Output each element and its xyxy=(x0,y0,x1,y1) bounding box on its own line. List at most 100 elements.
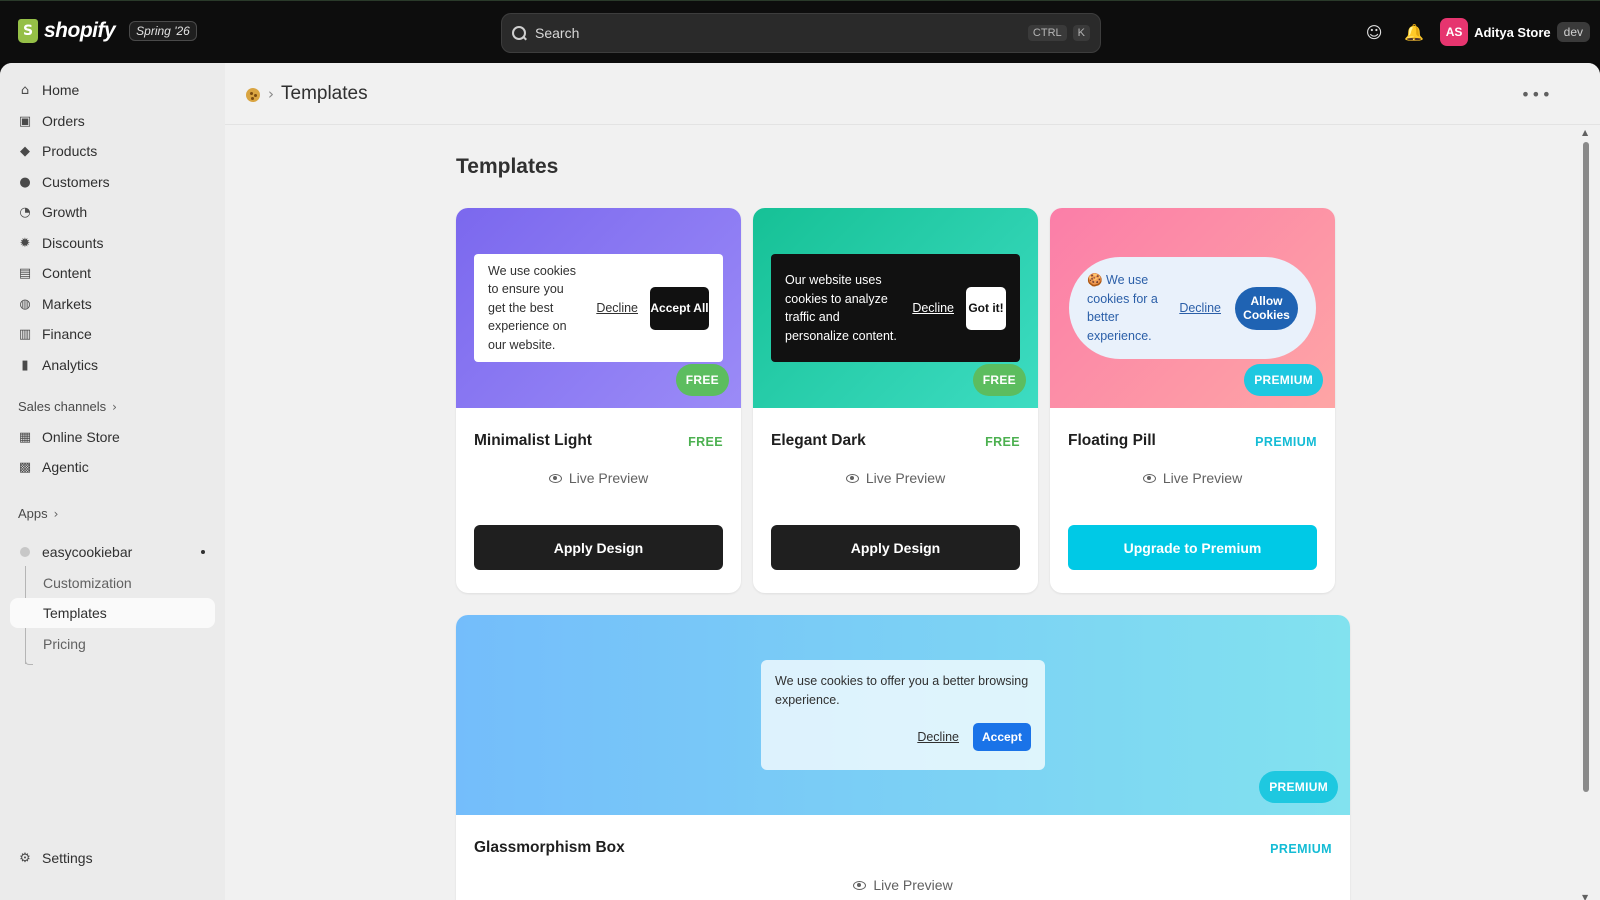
agent-icon: ▩ xyxy=(18,459,32,475)
template-card-minimalist-light: We use cookies to ensure you get the bes… xyxy=(456,208,741,593)
person-icon: ● xyxy=(19,174,31,190)
sidebar-item-analytics[interactable]: ▮ Analytics xyxy=(10,350,215,380)
more-actions-button[interactable]: ••• xyxy=(1521,85,1552,104)
store-switcher[interactable]: AS Aditya Store dev xyxy=(1440,18,1590,46)
eye-icon xyxy=(1142,473,1156,483)
banner-message: We use cookies to offer you a better bro… xyxy=(775,674,1029,707)
template-card-glassmorphism-box: We use cookies to offer you a better bro… xyxy=(456,615,1350,900)
chevron-right-icon: › xyxy=(53,506,59,521)
live-preview-label: Live Preview xyxy=(1162,470,1243,486)
sidebar-item-label: Growth xyxy=(42,204,88,220)
template-preview: Our website uses cookies to analyze traf… xyxy=(753,208,1038,408)
live-preview-label: Live Preview xyxy=(873,877,953,893)
avatar: AS xyxy=(1440,18,1469,46)
sidebar-item-label: Products xyxy=(42,143,98,159)
live-preview-link[interactable]: Live Preview xyxy=(456,470,741,486)
live-preview-link[interactable]: Live Preview xyxy=(753,470,1038,486)
sidebar-item-growth[interactable]: ◔ Growth xyxy=(10,197,215,227)
gauge-icon: ◔ xyxy=(19,204,31,220)
sidebar-item-orders[interactable]: ▣ Orders xyxy=(10,106,215,136)
template-tier: FREE xyxy=(688,435,723,449)
scroll-down-icon[interactable]: ▼ xyxy=(1582,893,1588,900)
sidebar-subitem-label: Pricing xyxy=(43,636,86,652)
scroll-thumb[interactable] xyxy=(1583,142,1589,792)
banner-actions: Decline Accept xyxy=(775,723,1031,751)
cookie-banner-preview: 🍪 We use cookies for a better experience… xyxy=(1069,257,1316,359)
search-input[interactable]: Search xyxy=(535,25,1022,41)
cookie-icon[interactable] xyxy=(246,88,260,102)
banner-accept-button: Allow Cookies xyxy=(1235,286,1298,330)
gear-icon: ⚙ xyxy=(19,850,31,866)
search-icon xyxy=(512,25,527,41)
sidebar-subitem-templates[interactable]: Templates xyxy=(10,598,215,628)
sidebar-item-label: Online Store xyxy=(42,429,120,445)
live-preview-link[interactable]: Live Preview xyxy=(1050,470,1335,486)
sidebar-item-markets[interactable]: ◍ Markets xyxy=(10,289,215,319)
template-card-elegant-dark: Our website uses cookies to analyze traf… xyxy=(753,208,1038,593)
bell-icon[interactable]: 🔔 xyxy=(1400,18,1428,46)
bank-icon: ▥ xyxy=(18,326,32,342)
page-header: › Templates ••• xyxy=(225,63,1600,125)
template-name: Minimalist Light xyxy=(474,432,592,449)
template-name: Glassmorphism Box xyxy=(474,839,625,856)
shopify-logo[interactable]: S shopify Spring '26 xyxy=(18,19,197,43)
edition-badge[interactable]: Spring '26 xyxy=(129,21,197,41)
env-badge: dev xyxy=(1556,22,1590,42)
template-tier: PREMIUM xyxy=(1270,842,1332,856)
brand-name: shopify xyxy=(44,19,116,42)
scroll-up-icon[interactable]: ▲ xyxy=(1582,128,1588,137)
apps-header[interactable]: Apps › xyxy=(18,506,58,521)
sidebar-item-agentic[interactable]: ▩ Agentic xyxy=(10,452,215,482)
live-preview-link[interactable]: Live Preview xyxy=(456,877,1350,893)
banner-decline-link: Decline xyxy=(917,729,959,744)
template-tier: FREE xyxy=(985,435,1020,449)
template-name: Elegant Dark xyxy=(771,432,866,449)
sidebar-item-label: Agentic xyxy=(42,459,89,475)
orders-icon: ▣ xyxy=(18,113,32,129)
banner-message: 🍪 We use cookies for a better experience… xyxy=(1087,273,1158,343)
sidebar-item-content[interactable]: ▤ Content xyxy=(10,258,215,288)
upgrade-to-premium-button[interactable]: Upgrade to Premium xyxy=(1068,525,1317,570)
admin-frame: ⌂ Home ▣ Orders ◆ Products ● Customers ◔… xyxy=(0,63,1600,900)
banner-message: We use cookies to ensure you get the bes… xyxy=(488,263,577,352)
sidebar-item-products[interactable]: ◆ Products xyxy=(10,136,215,166)
search-bar[interactable]: Search CTRL K xyxy=(501,13,1101,53)
banner-decline-link: Decline xyxy=(596,300,638,315)
pin-indicator xyxy=(201,550,205,554)
template-tier: PREMIUM xyxy=(1255,435,1317,449)
eye-icon xyxy=(548,473,562,483)
banner-accept-button: Got it! xyxy=(966,286,1006,330)
cookie-banner-preview: We use cookies to ensure you get the bes… xyxy=(474,254,723,362)
sidebar-item-label: Orders xyxy=(42,113,85,129)
sidebar: ⌂ Home ▣ Orders ◆ Products ● Customers ◔… xyxy=(0,63,225,900)
template-name: Floating Pill xyxy=(1068,432,1156,449)
sales-channels-header[interactable]: Sales channels › xyxy=(18,399,117,414)
sidebar-subitem-pricing[interactable]: Pricing xyxy=(10,629,215,659)
sidebar-item-online-store[interactable]: ▦ Online Store xyxy=(10,422,215,452)
tag-icon: ◆ xyxy=(20,143,30,159)
sidebar-subitem-label: Customization xyxy=(43,575,132,591)
sidebar-item-finance[interactable]: ▥ Finance xyxy=(10,319,215,349)
apply-design-button[interactable]: Apply Design xyxy=(771,525,1020,570)
sidebar-item-easycookiebar[interactable]: easycookiebar xyxy=(10,537,215,567)
template-preview: We use cookies to ensure you get the bes… xyxy=(456,208,741,408)
apply-design-button[interactable]: Apply Design xyxy=(474,525,723,570)
tier-badge: PREMIUM xyxy=(1259,771,1338,803)
scrollbar[interactable]: ▲ ▼ xyxy=(1582,128,1589,900)
sidebar-item-home[interactable]: ⌂ Home xyxy=(10,75,215,105)
chevron-right-icon: › xyxy=(112,399,117,414)
live-preview-label: Live Preview xyxy=(568,470,649,486)
sidekick-icon[interactable]: ☺ xyxy=(1360,18,1388,46)
sidebar-item-settings[interactable]: ⚙ Settings xyxy=(10,843,215,873)
store-name: Aditya Store xyxy=(1474,24,1551,40)
sidebar-item-label: Finance xyxy=(42,326,92,342)
shortcut-ctrl: CTRL xyxy=(1027,25,1067,41)
sidebar-item-label: Customers xyxy=(42,174,110,190)
tier-badge: FREE xyxy=(972,364,1026,396)
template-card-floating-pill: 🍪 We use cookies for a better experience… xyxy=(1050,208,1335,593)
sidebar-item-discounts[interactable]: ✹ Discounts xyxy=(10,228,215,258)
banner-decline-link: Decline xyxy=(1179,300,1221,315)
sidebar-subitem-customization[interactable]: Customization xyxy=(10,568,215,598)
sidebar-item-customers[interactable]: ● Customers xyxy=(10,167,215,197)
content-icon: ▤ xyxy=(18,265,32,281)
